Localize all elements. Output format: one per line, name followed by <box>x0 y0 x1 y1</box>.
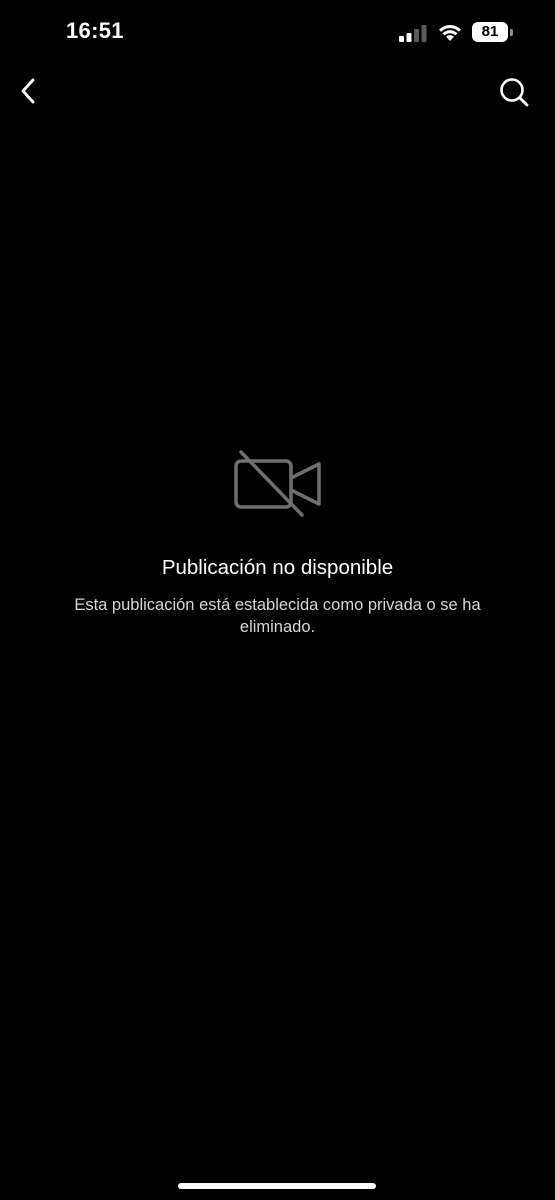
wifi-icon <box>439 25 461 41</box>
cellular-signal-icon <box>399 25 427 42</box>
battery-icon: 81 <box>472 22 514 42</box>
status-bar: 16:51 81 <box>0 0 555 66</box>
video-off-icon <box>233 450 321 517</box>
battery-level: 81 <box>472 22 508 42</box>
chevron-left-icon[interactable] <box>12 74 46 108</box>
search-icon[interactable] <box>496 74 532 110</box>
unavailable-message: Esta publicación está establecida como p… <box>74 596 481 636</box>
home-indicator[interactable] <box>178 1183 376 1189</box>
top-nav-bar <box>0 66 555 116</box>
post-unavailable-state: Publicación no disponible Esta publicaci… <box>0 448 555 638</box>
battery-cap <box>510 29 513 36</box>
status-time: 16:51 <box>66 18 124 43</box>
unavailable-title: Publicación no disponible <box>161 556 394 579</box>
